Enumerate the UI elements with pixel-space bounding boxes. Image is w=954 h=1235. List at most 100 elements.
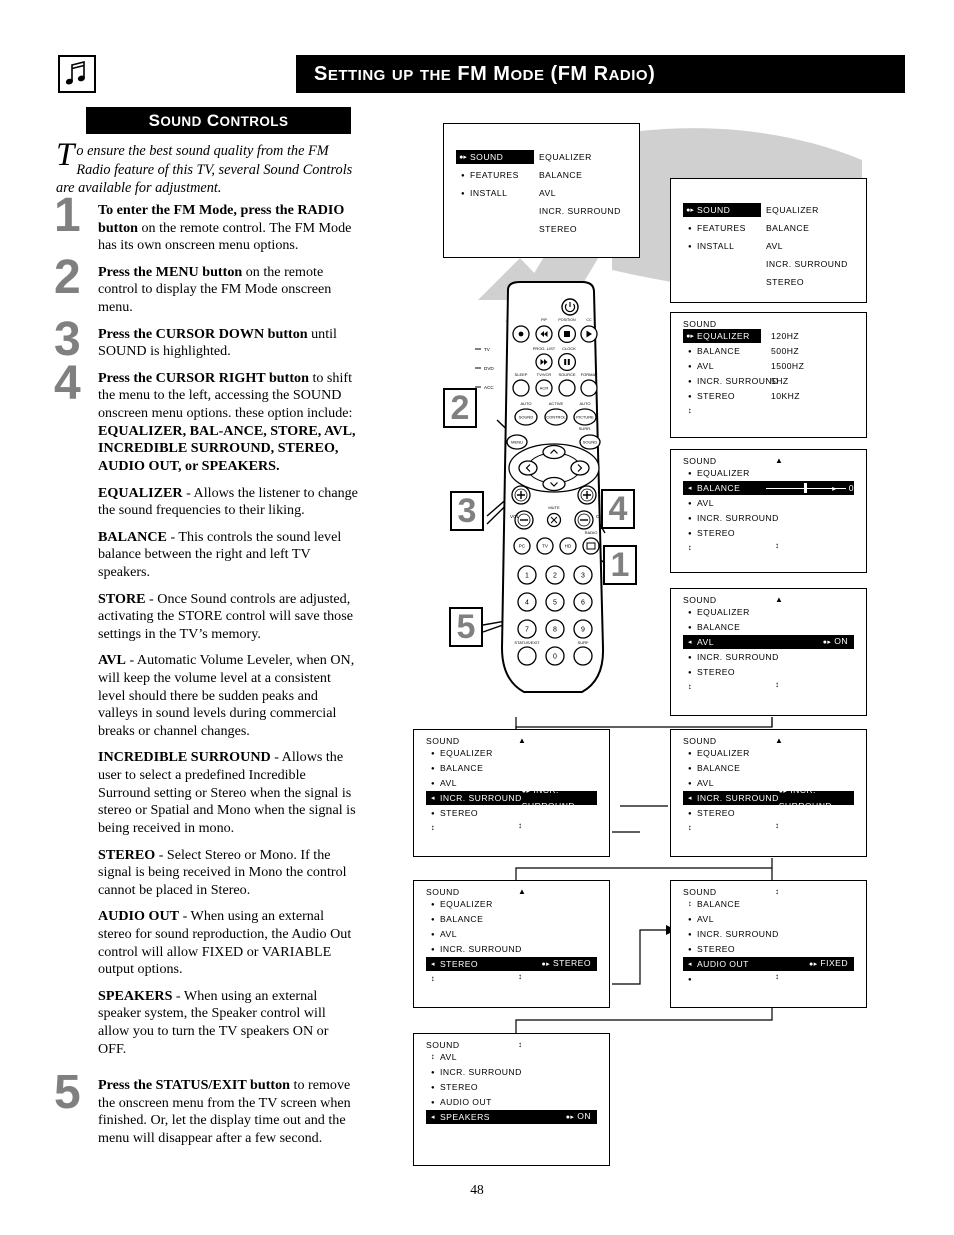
scroll-up-indicator[interactable]: ▲ — [518, 887, 526, 896]
osd-row[interactable]: ● EQUALIZER — [426, 897, 493, 911]
osd-row[interactable]: ● STEREO — [426, 806, 478, 820]
osd-row[interactable]: ● EQUALIZER — [683, 466, 750, 480]
osd-row[interactable]: ● BALANCE — [683, 761, 740, 775]
scroll-up-indicator[interactable]: ▲ — [775, 456, 783, 465]
osd-row-label: FEATURES — [470, 170, 519, 180]
osd-screen-stereo-menu[interactable]: SOUND ▲ ● EQUALIZER ● BALANCE ● AVL ● INCR. SURRO… — [413, 880, 610, 1008]
osd-row-highlighted[interactable]: ●▸ SOUND — [683, 203, 761, 217]
osd-screen-main-menu-1[interactable]: ●▸ SOUND ● FEATURES ● INSTALL EQUALIZER BALANCE… — [443, 123, 640, 258]
osd-row-highlighted[interactable]: ◂ AVL ●▸ ON — [683, 635, 854, 649]
osd-row[interactable]: ● INCR. SURROUND — [683, 927, 779, 941]
osd-row[interactable]: ● INSTALL — [456, 186, 507, 200]
osd-row[interactable]: ↕ — [683, 680, 697, 694]
osd-row-highlighted[interactable]: ◂ AUDIO OUT ●▸ FIXED — [683, 957, 854, 971]
osd-row-label: INCR. SURROUND — [697, 376, 779, 386]
scroll-up-indicator[interactable]: ▲ — [775, 736, 783, 745]
osd-row[interactable]: ↕ — [426, 821, 440, 835]
osd-row-highlighted[interactable]: ●▸ SOUND — [456, 150, 534, 164]
osd-row[interactable]: ↕ — [683, 821, 697, 835]
osd-row[interactable]: ● STEREO — [683, 389, 735, 403]
osd-row[interactable]: ● BALANCE — [426, 761, 483, 775]
osd-row-bullet: ● — [687, 750, 693, 757]
scroll-up-indicator[interactable]: ↕ — [518, 1040, 522, 1049]
osd-row-highlighted[interactable]: ◂ INCR. SURROUND ●▸ INCR. SURROUND — [683, 785, 854, 811]
scroll-down-indicator[interactable]: ↕ — [518, 972, 522, 981]
osd-row-highlighted[interactable]: ◂ SPEAKERS ●▸ ON — [426, 1110, 597, 1124]
osd-row[interactable]: ● BALANCE — [683, 344, 740, 358]
osd-row[interactable]: ● INCR. SURROUND — [683, 511, 779, 525]
step-4-text: Press the CURSOR RIGHT button to shift t… — [98, 369, 356, 474]
svg-text:ACR: ACR — [540, 386, 549, 391]
svg-text:9: 9 — [581, 627, 585, 634]
osd-screen-incr-surround-menu-right[interactable]: SOUND ▲ ● EQUALIZER ● BALANCE ● AVL ◂ INCR. SURRO… — [670, 729, 867, 857]
osd-screen-incr-surround-menu-left[interactable]: SOUND ▲ ● EQUALIZER ● BALANCE ● AVL ◂ INCR. SURRO… — [413, 729, 610, 857]
osd-row[interactable]: ● EQUALIZER — [683, 746, 750, 760]
osd-screen-main-menu-2[interactable]: ●▸ SOUND ● FEATURES ● INSTALL EQUALIZER BALANCE… — [670, 178, 867, 303]
scroll-down-indicator[interactable]: ↕ — [518, 821, 522, 830]
scroll-up-indicator[interactable]: ↕ — [775, 887, 779, 896]
osd-row[interactable]: ↕ — [683, 404, 697, 418]
osd-row[interactable]: ● STEREO — [683, 806, 735, 820]
osd-row-highlighted[interactable]: ◂ STEREO ●▸ STEREO — [426, 957, 597, 971]
osd-value: STEREO — [539, 224, 578, 234]
osd-row-bullet: ● — [460, 190, 466, 197]
osd-row-bullet: ● — [687, 530, 693, 537]
osd-row-bullet: ● — [430, 1069, 436, 1076]
svg-text:STATUS/EXIT: STATUS/EXIT — [514, 640, 540, 645]
osd-row[interactable]: ● AUDIO OUT — [426, 1095, 492, 1109]
scroll-down-indicator[interactable]: ↕ — [775, 972, 779, 981]
osd-row[interactable]: ● EQUALIZER — [426, 746, 493, 760]
osd-row-highlighted[interactable]: ◂ BALANCE ▸ 0 — [683, 481, 854, 495]
osd-row[interactable]: ● INCR. SURROUND — [426, 1065, 522, 1079]
osd-row[interactable]: ● FEATURES — [456, 168, 519, 182]
osd-row[interactable]: ● BALANCE — [683, 620, 740, 634]
osd-row-highlighted[interactable]: ◂ INCR. SURROUND ●▸ INCR. SURROUND — [426, 785, 597, 811]
osd-row-bullet: ↕ — [687, 682, 693, 691]
osd-row-bullet: ● — [430, 810, 436, 817]
osd-row-label: SOUND — [470, 152, 504, 162]
osd-value: 10KHZ — [771, 391, 800, 401]
osd-row-bullet: ● — [687, 946, 693, 953]
osd-row[interactable]: ↕ — [426, 972, 440, 986]
scroll-down-indicator[interactable]: ↕ — [775, 821, 779, 830]
osd-screen-balance-menu[interactable]: SOUND ▲ ● EQUALIZER ◂ BALANCE ▸ 0 ● AVL ● INCR. SUR… — [670, 449, 867, 573]
osd-row[interactable]: ● EQUALIZER — [683, 605, 750, 619]
osd-row-bullet: ● — [687, 810, 693, 817]
slider-knob[interactable] — [804, 483, 808, 493]
osd-screen-equalizer-menu[interactable]: SOUND ●▸ EQUALIZER ● BALANCE ● AVL ● INCR. SURRO… — [670, 312, 867, 438]
step-1-text: To enter the FM Mode, press the RADIO bu… — [98, 202, 352, 254]
osd-row[interactable]: ● AVL — [683, 912, 714, 926]
osd-row[interactable]: ● AVL — [426, 776, 457, 790]
balance-slider[interactable]: ▸ — [766, 483, 847, 493]
osd-row[interactable]: ● — [683, 972, 697, 986]
osd-row[interactable]: ● INCR. SURROUND — [683, 374, 779, 388]
osd-row[interactable]: ● STEREO — [426, 1080, 478, 1094]
osd-screen-avl-menu[interactable]: SOUND ▲ ● EQUALIZER ● BALANCE ◂ AVL ●▸ ON ● INCR. … — [670, 588, 867, 716]
osd-row-highlighted[interactable]: ●▸ EQUALIZER — [683, 329, 761, 343]
scroll-down-indicator[interactable]: ↕ — [775, 680, 779, 689]
osd-screen-speakers-menu[interactable]: SOUND ↕ ↕ AVL ● INCR. SURROUND ● STEREO ● AUDIO O… — [413, 1033, 610, 1166]
svg-text:PIP: PIP — [541, 318, 547, 322]
osd-row[interactable]: ● INCR. SURROUND — [683, 650, 779, 664]
osd-row[interactable]: ● AVL — [683, 776, 714, 790]
osd-screen-audio-out-menu[interactable]: SOUND ↕ ↕ BALANCE ● AVL ● INCR. SURROUND ● STEREO… — [670, 880, 867, 1008]
osd-row[interactable]: ● AVL — [426, 927, 457, 941]
osd-row-label: SOUND — [697, 205, 731, 215]
osd-row[interactable]: ● FEATURES — [683, 221, 746, 235]
osd-row[interactable]: ● STEREO — [683, 942, 735, 956]
osd-row[interactable]: ● INCR. SURROUND — [426, 942, 522, 956]
osd-row[interactable]: ↕ BALANCE — [683, 897, 740, 911]
osd-row-label: BALANCE — [697, 763, 741, 773]
scroll-up-indicator[interactable]: ▲ — [518, 736, 526, 745]
osd-row[interactable]: ↕ — [683, 541, 697, 555]
osd-row[interactable]: ● STEREO — [683, 526, 735, 540]
scroll-up-indicator[interactable]: ▲ — [775, 595, 783, 604]
osd-row[interactable]: ● BALANCE — [426, 912, 483, 926]
osd-row[interactable]: ● AVL — [683, 359, 714, 373]
osd-row[interactable]: ● STEREO — [683, 665, 735, 679]
osd-row-label: BALANCE — [697, 899, 741, 909]
osd-row[interactable]: ● INSTALL — [683, 239, 734, 253]
osd-row[interactable]: ● AVL — [683, 496, 714, 510]
osd-row[interactable]: ↕ AVL — [426, 1050, 457, 1064]
scroll-down-indicator[interactable]: ↕ — [775, 541, 779, 550]
